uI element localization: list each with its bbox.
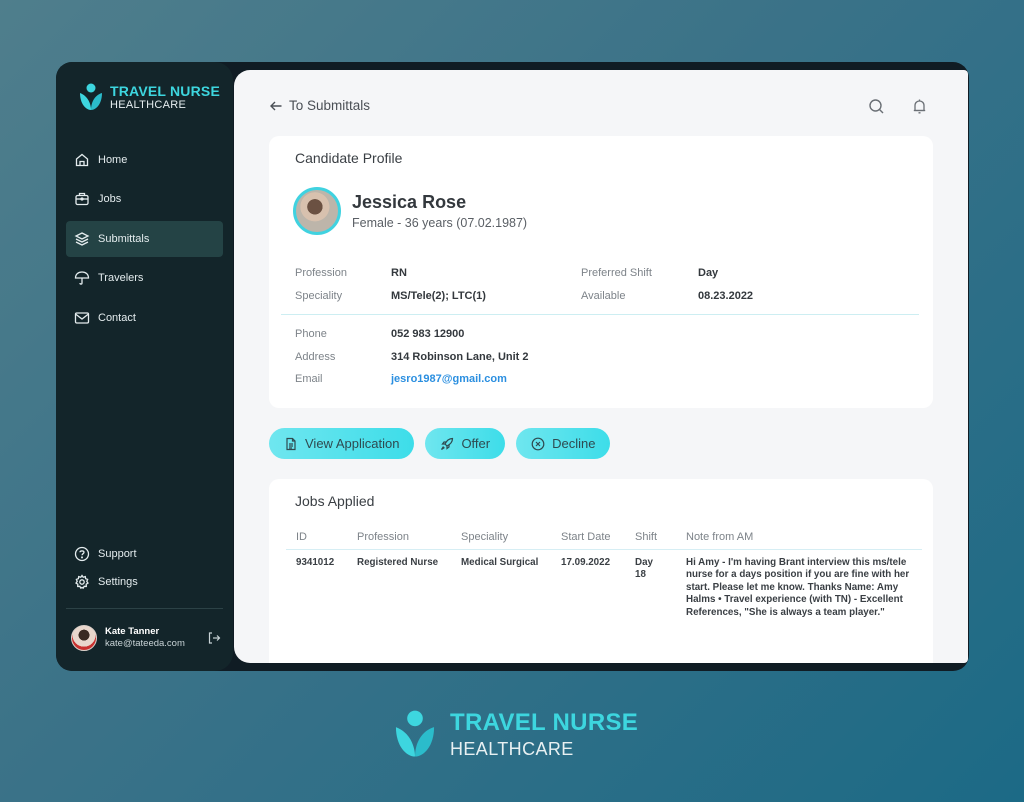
user-email: kate@tateeda.com [105, 638, 185, 649]
sidebar-item-travelers[interactable]: Travelers [66, 260, 223, 296]
available-label: Available [581, 289, 626, 302]
jobs-table: ID Profession Speciality Start Date Shif… [286, 529, 922, 626]
speciality-value: MS/Tele(2); LTC(1) [391, 289, 486, 302]
email-label: Email [295, 373, 323, 386]
rocket-icon [441, 437, 454, 450]
email-link[interactable]: jesro1987@gmail.com [391, 373, 507, 385]
candidate-actions: View Application Offer Decline [269, 428, 611, 459]
back-link-label: To Submittals [289, 98, 371, 113]
sidebar-item-label: Support [98, 548, 137, 560]
sidebar-item-label: Home [98, 154, 128, 166]
sidebar-item-label: Travelers [98, 272, 144, 285]
brand-subtitle: HEALTHCARE [110, 98, 187, 111]
table-row[interactable]: 9341012 Registered Nurse Medical Surgica… [286, 550, 922, 627]
table-header-row: ID Profession Speciality Start Date Shif… [286, 529, 922, 550]
sidebar-item-jobs[interactable]: Jobs [66, 181, 223, 217]
sidebar-item-label: Jobs [98, 193, 122, 206]
candidate-demographics: Female - 36 years (07.02.1987) [352, 216, 528, 230]
sidebar-item-submittals[interactable]: Submittals [66, 220, 223, 257]
candidate-avatar [293, 187, 341, 235]
sidebar-item-support[interactable]: Support [66, 540, 223, 568]
layers-icon [74, 232, 90, 246]
view-application-label: View Application [305, 436, 400, 451]
sidebar: TRAVEL NURSE HEALTHCARE Home Jobs Submit… [56, 62, 233, 671]
phone-label: Phone [295, 328, 327, 341]
candidate-profile-card: Candidate Profile Jessica Rose Female - … [269, 136, 933, 408]
help-circle-icon [74, 546, 90, 562]
offer-button[interactable]: Offer [425, 428, 506, 459]
sidebar-bottom-nav: Support Settings [66, 540, 223, 596]
sidebar-item-contact[interactable]: Contact [66, 300, 223, 336]
address-label: Address [295, 350, 336, 363]
column-header: Shift [625, 529, 676, 550]
shift-label: Preferred Shift [581, 267, 652, 280]
phone-value: 052 983 12900 [391, 328, 465, 341]
card-title: Jobs Applied [295, 493, 375, 509]
decline-label: Decline [552, 436, 596, 451]
footer-logo: TRAVEL NURSE HEALTHCARE [392, 708, 638, 760]
sidebar-item-label: Settings [98, 576, 138, 588]
briefcase-icon [75, 193, 89, 206]
search-icon[interactable] [868, 98, 885, 115]
logo-icon [395, 710, 435, 757]
header-actions [868, 98, 928, 115]
card-title: Candidate Profile [295, 150, 403, 166]
job-note: Hi Amy - I'm having Brant interview this… [686, 557, 910, 618]
back-link[interactable]: To Submittals [269, 98, 370, 113]
view-application-button[interactable]: View Application [269, 428, 415, 459]
job-start-date: 17.09.2022 [561, 557, 611, 568]
column-header: Note from AM [676, 529, 922, 550]
jobs-applied-card: Jobs Applied ID Profession Speciality St… [269, 479, 933, 663]
bell-icon[interactable] [911, 98, 928, 115]
column-header: ID [286, 529, 347, 550]
profession-label: Profession [295, 267, 347, 280]
sidebar-nav: Home Jobs Submittals Travelers Contact [66, 142, 223, 339]
address-value: 314 Robinson Lane, Unit 2 [391, 350, 529, 363]
document-icon [286, 437, 296, 450]
footer-title: TRAVEL NURSE [450, 708, 639, 736]
profession-value: RN [391, 267, 407, 280]
job-id: 9341012 [296, 557, 335, 568]
column-header: Speciality [451, 529, 551, 550]
available-value: 08.23.2022 [698, 289, 754, 302]
sidebar-item-settings[interactable]: Settings [66, 568, 223, 596]
job-shift: Day 18 [635, 557, 653, 581]
logo-icon [80, 83, 102, 110]
logout-icon[interactable] [207, 631, 221, 645]
x-circle-icon [531, 437, 545, 450]
sidebar-item-label: Submittals [98, 232, 150, 245]
user-name: Kate Tanner [105, 626, 160, 638]
shift-value: Day [698, 267, 719, 280]
decline-button[interactable]: Decline [516, 428, 611, 459]
sidebar-divider [66, 608, 223, 609]
speciality-label: Speciality [295, 289, 343, 302]
brand-logo[interactable]: TRAVEL NURSE HEALTHCARE [78, 82, 220, 112]
brand-title: TRAVEL NURSE [110, 82, 221, 99]
app-window: TRAVEL NURSE HEALTHCARE Home Jobs Submit… [56, 62, 969, 671]
sidebar-item-home[interactable]: Home [66, 142, 223, 178]
job-profession: Registered Nurse [357, 557, 439, 568]
candidate-details: Profession RN Preferred Shift Day Specia… [281, 262, 921, 391]
column-header: Start Date [551, 529, 625, 550]
gear-icon [75, 574, 89, 590]
details-divider [281, 314, 919, 315]
home-icon [75, 153, 89, 167]
job-speciality: Medical Surgical [461, 557, 539, 568]
offer-label: Offer [461, 436, 491, 451]
arrow-left-icon [270, 101, 282, 110]
mail-icon [74, 311, 90, 324]
footer-subtitle: HEALTHCARE [450, 738, 574, 759]
user-profile: Kate Tanner kate@tateeda.com [71, 625, 221, 651]
candidate-name: Jessica Rose [352, 192, 467, 212]
main-content: To Submittals Candidate Profile Jessica … [234, 70, 968, 663]
user-avatar[interactable] [71, 625, 97, 651]
column-header: Profession [347, 529, 451, 550]
sidebar-item-label: Contact [98, 311, 136, 324]
umbrella-icon [74, 271, 90, 285]
